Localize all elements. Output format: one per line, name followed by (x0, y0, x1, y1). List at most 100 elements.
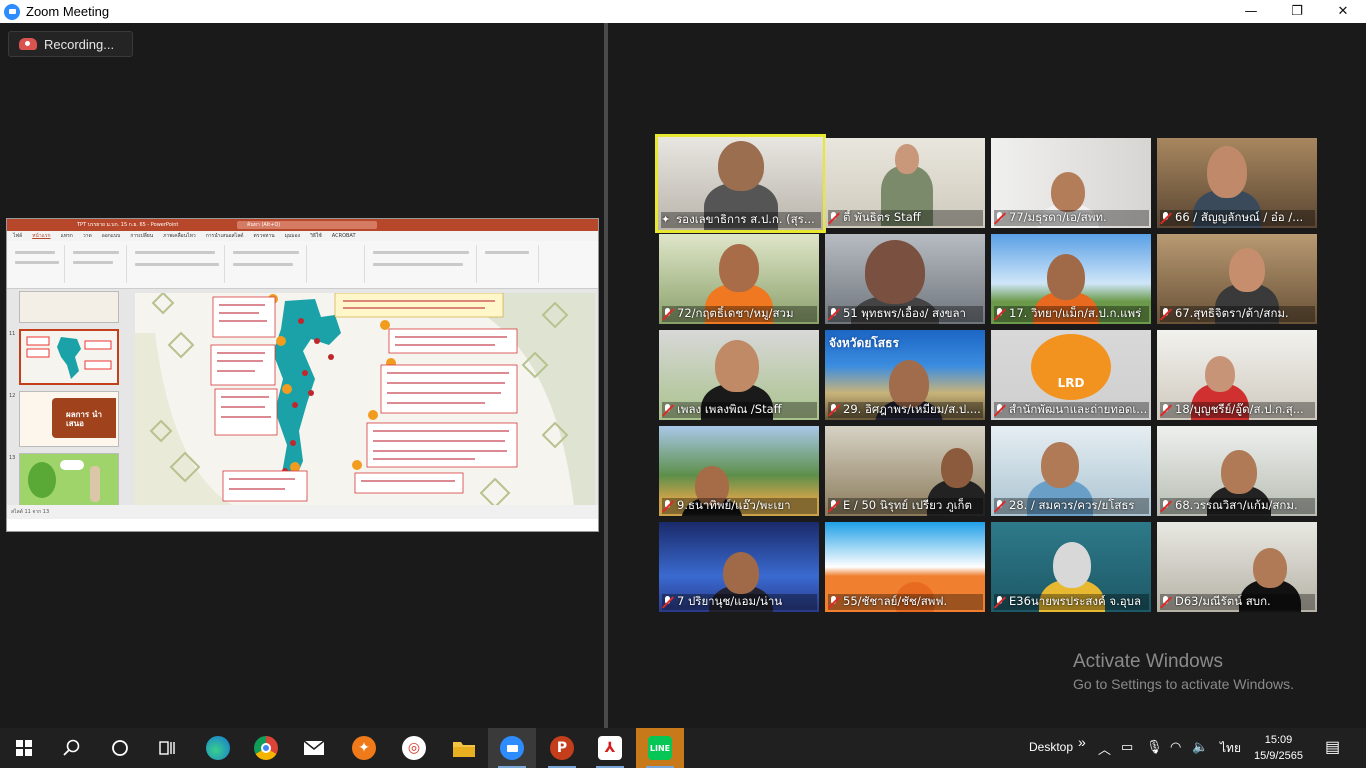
minimize-button[interactable]: — (1228, 0, 1274, 23)
participant-video-face (889, 360, 929, 408)
participant-name-bar: E36นายพรประสงค์ จ.อุบล (994, 594, 1149, 610)
close-button[interactable]: ✕ (1320, 0, 1366, 23)
maximize-button[interactable]: ❐ (1274, 0, 1320, 23)
recording-indicator[interactable]: Recording... (8, 31, 133, 57)
muted-microphone-icon (994, 596, 1006, 608)
window-title: Zoom Meeting (26, 4, 110, 19)
language-indicator[interactable]: ไทย (1220, 739, 1241, 758)
tray-overflow-icon[interactable]: ︿ (1098, 739, 1111, 758)
muted-microphone-icon (1160, 212, 1172, 224)
microphone-icon[interactable]: 🎙 (1146, 739, 1163, 755)
ppt-ribbon-tabs: ไฟล์ หน้าแรก แทรก วาด ออกแบบ การเปลี่ยน … (7, 231, 598, 241)
participant-video-face (1041, 442, 1079, 488)
participant-tile[interactable]: 28. / สมควร/ควร/ยโสธร (991, 426, 1151, 516)
participant-tile[interactable]: 7 ปริยานุช/แอม/น่าน (659, 522, 819, 612)
participant-tile[interactable]: 18/บุญชรีย์/อู๊ด/ส.ป.ก.สุ... (1157, 330, 1317, 420)
ppt-tab[interactable]: วาด (83, 232, 92, 240)
slide-thumb-12[interactable]: ผลการ นำเสนอ (19, 391, 119, 447)
participant-tile[interactable]: E / 50 นิรุทย์ เปรียว ภูเก็ต (825, 426, 985, 516)
ppt-tab[interactable]: หน้าแรก (32, 232, 50, 240)
battery-icon[interactable]: ▭ (1121, 739, 1133, 755)
current-slide[interactable]: ©PolicyBriefDesign@gmail.com Facebook : … (135, 293, 595, 515)
muted-microphone-icon (1160, 500, 1172, 512)
participant-name-bar: 29. อิศฎาพร/เหมียม/ส.ป.... (828, 402, 983, 418)
participant-name-bar: 55/ชัชาลย์/ชัช/สพฟ. (828, 594, 983, 610)
participant-tile[interactable]: 55/ชัชาลย์/ชัช/สพฟ. (825, 522, 985, 612)
ppt-search-box[interactable]: ค้นหา (Alt+Q) (237, 221, 377, 229)
slide-thumb-11[interactable] (19, 329, 119, 385)
desktop-chevron-icon[interactable]: » (1078, 734, 1086, 750)
participant-tile[interactable]: 17. วิทยา/แม็ก/ส.ป.ก.แพร่ (991, 234, 1151, 324)
participant-video-face (1047, 254, 1085, 300)
clock[interactable]: 15:09 15/9/2565 (1254, 732, 1303, 764)
participant-video-face (865, 240, 925, 304)
muted-microphone-icon (662, 404, 674, 416)
shared-screen[interactable]: TPT บรรยาย ม.บก. 15 ก.ย. 65 - PowerPoint… (6, 218, 599, 532)
participant-name: รองเลขาธิการ ส.ป.ก. (สุร... (676, 212, 815, 226)
muted-microphone-icon (828, 596, 840, 608)
desktop-toolbar[interactable]: Desktop (1029, 740, 1073, 754)
ppt-titlebar: TPT บรรยาย ม.บก. 15 ก.ย. 65 - PowerPoint… (7, 219, 598, 231)
activate-windows-watermark: Activate Windows Go to Settings to activ… (1073, 651, 1294, 692)
participant-tile[interactable]: เพลง เพลงพิณ /Staff (659, 330, 819, 420)
muted-microphone-icon (1160, 596, 1172, 608)
participant-tile[interactable]: 68.วรรณวิสา/แก้ม/สกม. (1157, 426, 1317, 516)
participant-name-bar: 7 ปริยานุช/แอม/น่าน (662, 594, 817, 610)
slide-thumb-13[interactable] (19, 453, 119, 509)
participant-name: 68.วรรณวิสา/แก้ม/สกม. (1175, 498, 1298, 512)
participant-tile[interactable]: 67.สุทธิจิตรา/ต้า/สกม. (1157, 234, 1317, 324)
zoom-app-icon (4, 3, 20, 20)
participant-video-face (895, 144, 919, 174)
ppt-ribbon (7, 241, 598, 289)
participant-name-bar: 72/กฤตธิ์เดชา/หมู/สวม (662, 306, 817, 322)
ppt-tab[interactable]: การเปลี่ยน (130, 232, 153, 240)
thumb-number: 12 (9, 393, 16, 399)
participant-tile[interactable]: E36นายพรประสงค์ จ.อุบล (991, 522, 1151, 612)
wifi-icon[interactable]: ◠ (1170, 739, 1181, 755)
participant-name-bar: 9.ธนาทิพย์/แอ๊ว/พะเยา (662, 498, 817, 514)
slide-thumb-10[interactable] (19, 291, 119, 323)
participant-tile[interactable]: 51 พุทธพร/เอื้อง/ สงขลา (825, 234, 985, 324)
split-divider[interactable] (604, 23, 608, 728)
participant-tile[interactable]: 66 / สัญญลักษณ์ / อ๋อ /... (1157, 138, 1317, 228)
participant-name: สำนักพัฒนาและถ่ายทอดเ... (1009, 402, 1148, 416)
organization-logo: LRD (1031, 334, 1111, 400)
participant-video-face (719, 244, 759, 292)
participant-video-face (1205, 356, 1235, 392)
participant-tile[interactable]: 72/กฤตธิ์เดชา/หมู/สวม (659, 234, 819, 324)
ppt-tab[interactable]: ACROBAT (332, 233, 356, 239)
ppt-tab[interactable]: วิธีใช้ (310, 232, 322, 240)
participant-name-bar: D63/มณีรัตน์ สบก. (1160, 594, 1315, 610)
cloud-record-icon (19, 38, 37, 50)
participant-video-face (718, 141, 764, 191)
participant-tile[interactable]: ตี้ พันธิตร Staff (825, 138, 985, 228)
clock-time: 15:09 (1264, 734, 1293, 746)
participant-name: D63/มณีรัตน์ สบก. (1175, 594, 1271, 608)
participant-tile[interactable]: จังหวัดยโสธร 29. อิศฎาพร/เหมียม/ส.ป.... (825, 330, 985, 420)
volume-icon[interactable]: 🔈 (1192, 739, 1208, 755)
participant-tile[interactable]: ✦ รองเลขาธิการ ส.ป.ก. (สุร... (655, 134, 826, 233)
ppt-tab[interactable]: มุมมอง (285, 232, 300, 240)
participant-name-bar: ✦ รองเลขาธิการ ส.ป.ก. (สุร... (661, 212, 821, 228)
participant-tile[interactable]: LRD สำนักพัฒนาและถ่ายทอดเ... (991, 330, 1151, 420)
participant-name: ตี้ พันธิตร Staff (843, 210, 921, 224)
tile-banner-text: จังหวัดยโสธร (829, 336, 899, 350)
ppt-tab[interactable]: ออกแบบ (102, 232, 121, 240)
participant-name: 7 ปริยานุช/แอม/น่าน (677, 594, 783, 608)
participant-name-bar: E / 50 นิรุทย์ เปรียว ภูเก็ต (828, 498, 983, 514)
participant-name-bar: 68.วรรณวิสา/แก้ม/สกม. (1160, 498, 1315, 514)
ppt-tab[interactable]: ตรวจทาน (254, 232, 275, 240)
taskbar: ✦ ◎ P ⅄ LINE Desktop » ︿ ▭ 🎙 ◠ 🔈 ไทย 15:… (0, 728, 1366, 768)
notifications-icon[interactable]: ▤ (1325, 737, 1340, 757)
system-tray: Desktop » ︿ ▭ 🎙 ◠ 🔈 ไทย 15:09 15/9/2565 … (0, 728, 1366, 768)
muted-microphone-icon (828, 308, 840, 320)
ppt-tab[interactable]: ภาพเคลื่อนไหว (163, 232, 196, 240)
participant-tile[interactable]: D63/มณีรัตน์ สบก. (1157, 522, 1317, 612)
participant-video-face (1221, 450, 1257, 494)
ppt-tab[interactable]: ไฟล์ (13, 232, 22, 240)
muted-microphone-icon (828, 212, 840, 224)
ppt-tab[interactable]: การนำเสนอสไลด์ (206, 232, 244, 240)
participant-tile[interactable]: 77/มธุรดา/เอ/สพท. (991, 138, 1151, 228)
participant-tile[interactable]: 9.ธนาทิพย์/แอ๊ว/พะเยา (659, 426, 819, 516)
ppt-tab[interactable]: แทรก (61, 232, 73, 240)
